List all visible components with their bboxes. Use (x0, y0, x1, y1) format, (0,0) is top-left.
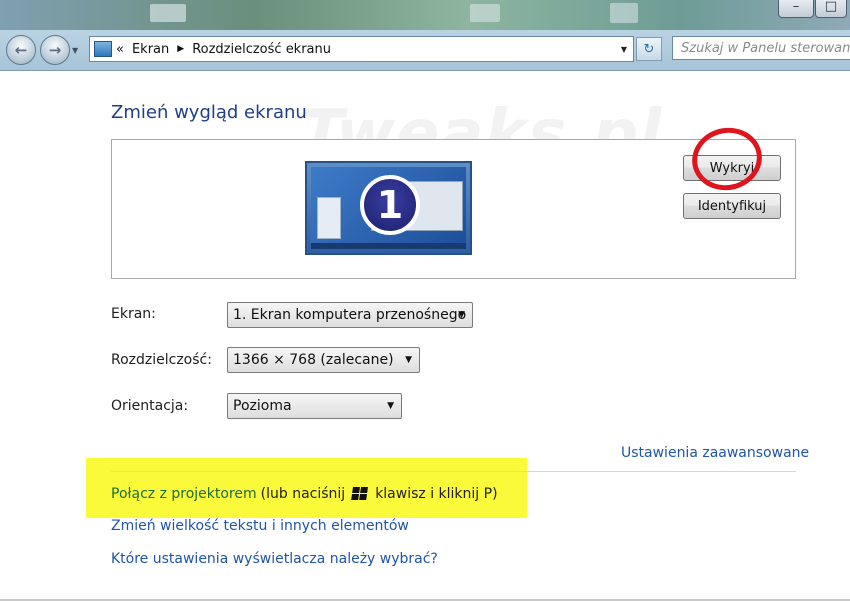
connect-projector-link[interactable]: Połącz z projektorem (111, 486, 257, 502)
monitor-taskbar (311, 243, 466, 249)
text-size-link[interactable]: Zmień wielkość tekstu i innych elementów (111, 518, 409, 534)
breadcrumb-ekran[interactable]: Ekran (132, 42, 169, 57)
forward-arrow-icon: → (48, 41, 62, 59)
search-input[interactable]: Szukaj w Panelu sterowania (672, 36, 850, 60)
navigation-bar: ← → ▼ « Ekran ▶ Rozdzielczość ekranu ▼ ↻… (0, 30, 850, 71)
advanced-settings-link[interactable]: Ustawienia zaawansowane (621, 445, 809, 461)
background-decoration (470, 4, 500, 22)
orientation-select-value: Pozioma (233, 398, 292, 414)
minimize-icon: – (792, 0, 800, 14)
identify-button[interactable]: Identyfikuj (683, 193, 781, 219)
divider (111, 471, 796, 472)
search-placeholder: Szukaj w Panelu sterowania (681, 40, 850, 56)
monitor-number: 1 (376, 183, 404, 227)
display-select-value: 1. Ekran komputera przenośnego (233, 307, 467, 323)
refresh-button[interactable]: ↻ (636, 37, 662, 61)
chevron-down-icon: ▼ (405, 355, 412, 365)
control-panel-icon (94, 41, 112, 57)
resolution-select-value: 1366 × 768 (zalecane) (233, 352, 394, 368)
which-settings-link[interactable]: Które ustawienia wyświetlacza należy wyb… (111, 551, 438, 567)
chevron-down-icon: ▼ (458, 310, 465, 320)
background-decoration (610, 3, 638, 23)
forward-button[interactable]: → (40, 35, 70, 65)
window-title-bar: – □ (0, 0, 850, 30)
windows-logo-icon (351, 487, 369, 501)
monitor-number-badge: 1 (360, 175, 420, 235)
projector-row: Połącz z projektorem (lub naciśnij klawi… (111, 486, 498, 502)
back-button[interactable]: ← (6, 35, 36, 65)
minimize-button[interactable]: – (778, 0, 814, 18)
identify-button-label: Identyfikuj (697, 198, 767, 214)
maximize-button[interactable]: □ (815, 0, 847, 18)
monitor-1-icon[interactable]: 1 (305, 161, 472, 255)
refresh-icon: ↻ (643, 41, 655, 57)
recent-pages-dropdown-icon[interactable]: ▼ (72, 46, 78, 55)
resolution-label: Rozdzielczość: (111, 352, 212, 368)
background-decoration (150, 4, 186, 22)
display-select[interactable]: 1. Ekran komputera przenośnego ▼ (227, 302, 473, 328)
breadcrumb-overflow[interactable]: « (116, 42, 124, 57)
back-arrow-icon: ← (14, 41, 28, 59)
address-dropdown-icon[interactable]: ▼ (615, 37, 633, 61)
chevron-down-icon: ▼ (387, 401, 394, 411)
resolution-select[interactable]: 1366 × 768 (zalecane) ▼ (227, 347, 420, 373)
projector-hint-text: (lub naciśnij (260, 486, 346, 502)
orientation-select[interactable]: Pozioma ▼ (227, 393, 402, 419)
monitor-window-preview (317, 197, 341, 239)
breadcrumb-screen-resolution[interactable]: Rozdzielczość ekranu (192, 42, 331, 57)
breadcrumb-separator-icon[interactable]: ▶ (177, 44, 184, 54)
projector-hint-text-2: klawisz i kliknij P) (375, 486, 498, 502)
orientation-label: Orientacja: (111, 398, 189, 414)
page-title: Zmień wygląd ekranu (111, 102, 307, 123)
address-bar[interactable]: « Ekran ▶ Rozdzielczość ekranu ▼ (89, 36, 634, 62)
display-label: Ekran: (111, 306, 156, 322)
maximize-icon: □ (824, 0, 838, 14)
